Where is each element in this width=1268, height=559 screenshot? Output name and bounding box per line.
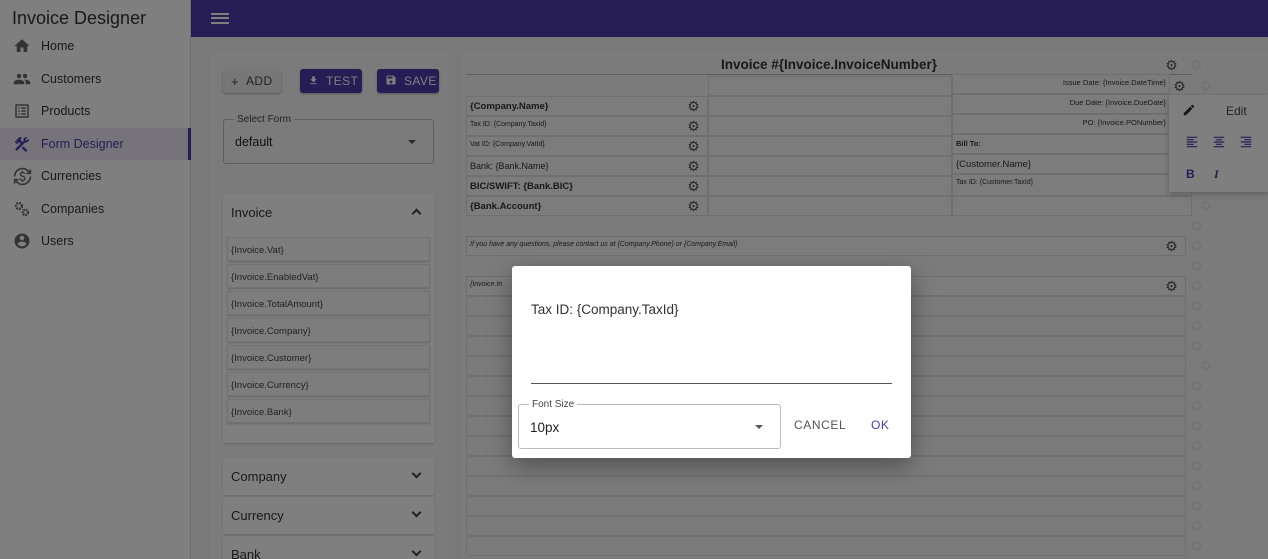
font-size-select[interactable]: Font Size 10px [518,399,781,449]
text-input-underline [531,383,892,384]
edit-text-dialog: Tax ID: {Company.TaxId} Font Size 10px C… [512,266,911,458]
cancel-button[interactable]: CANCEL [794,418,846,432]
font-size-value: 10px [530,420,560,435]
font-size-legend: Font Size [529,399,578,410]
ok-button[interactable]: OK [871,418,890,432]
dialog-text-input[interactable]: Tax ID: {Company.TaxId} [531,302,679,317]
dropdown-caret-icon [755,425,763,429]
